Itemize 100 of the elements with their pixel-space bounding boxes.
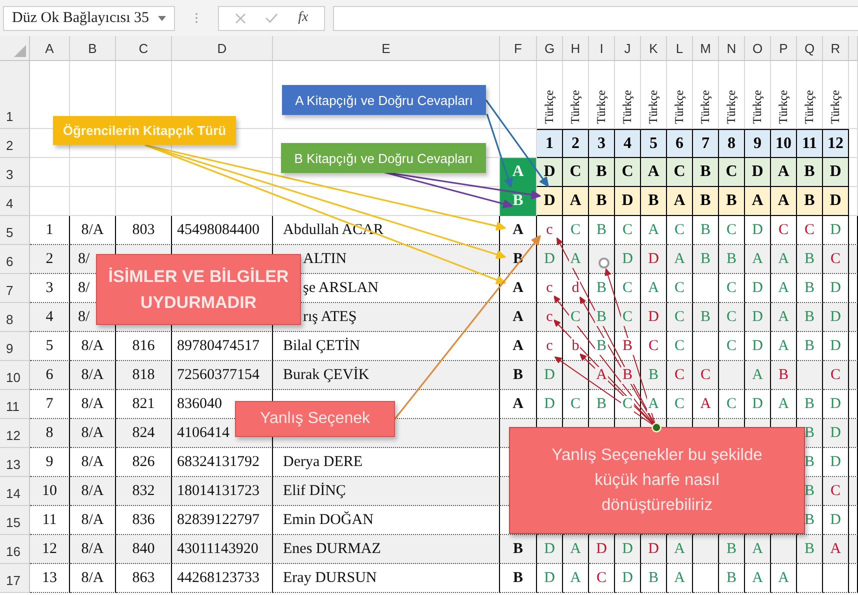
column-header[interactable]: G bbox=[537, 36, 563, 60]
callout: A Kitapçığı ve Doğru Cevapları bbox=[282, 85, 486, 115]
table-cell: 8/A bbox=[70, 332, 116, 361]
check-icon[interactable] bbox=[265, 13, 278, 23]
row-header[interactable]: 9 bbox=[0, 332, 30, 361]
answer-cell: C bbox=[615, 216, 641, 245]
answer-cell: D bbox=[823, 216, 849, 245]
table-cell: 8/A bbox=[70, 564, 116, 593]
column-header[interactable]: O bbox=[745, 36, 771, 60]
booklet-cell: A bbox=[500, 158, 537, 187]
column-header[interactable]: D bbox=[172, 36, 273, 60]
column-header[interactable]: F bbox=[500, 36, 537, 60]
table-cell: 8/A bbox=[70, 419, 116, 448]
row-header[interactable]: 1 bbox=[0, 61, 30, 129]
answer-cell: A bbox=[667, 535, 693, 564]
answer-key-cell: B bbox=[797, 187, 823, 216]
answer-key-cell: B bbox=[589, 187, 615, 216]
table-cell: 45498084400 bbox=[172, 216, 273, 245]
answer-cell: D bbox=[615, 535, 641, 564]
cancel-icon[interactable] bbox=[234, 12, 246, 24]
answer-key-cell: B bbox=[719, 187, 745, 216]
subject-header: Türkçe bbox=[802, 90, 817, 124]
table-cell: A bbox=[500, 274, 537, 303]
answer-cell: B bbox=[797, 390, 823, 419]
answer-cell: D bbox=[537, 564, 563, 593]
formula-field[interactable] bbox=[333, 6, 858, 30]
table-cell: 72560377154 bbox=[172, 361, 273, 390]
answer-key-cell: A bbox=[745, 187, 771, 216]
question-number: 12 bbox=[823, 129, 849, 158]
row-header[interactable]: 3 bbox=[0, 158, 30, 187]
answer-cell: b bbox=[563, 332, 589, 361]
answer-cell: D bbox=[823, 390, 849, 419]
column-header[interactable]: N bbox=[719, 36, 745, 60]
column-header[interactable]: K bbox=[641, 36, 667, 60]
answer-cell: C bbox=[667, 303, 693, 332]
question-number: 5 bbox=[641, 129, 667, 158]
answer-cell: C bbox=[641, 332, 667, 361]
column-header[interactable]: Q bbox=[797, 36, 823, 60]
column-header[interactable]: I bbox=[589, 36, 615, 60]
column-header[interactable]: E bbox=[273, 36, 500, 60]
question-number: 10 bbox=[771, 129, 797, 158]
column-header[interactable]: L bbox=[667, 36, 693, 60]
handle-icon[interactable] bbox=[598, 258, 610, 268]
column-header[interactable]: C bbox=[116, 36, 172, 60]
column-header[interactable]: M bbox=[693, 36, 719, 60]
table-cell: Enes DURMAZ bbox=[273, 535, 500, 564]
table-cell: 18014131723 bbox=[172, 477, 273, 506]
row-header[interactable]: 16 bbox=[0, 535, 30, 564]
row-header[interactable]: 15 bbox=[0, 506, 30, 535]
subject-header: Türkçe bbox=[646, 90, 661, 124]
answer-cell: D bbox=[745, 332, 771, 361]
answer-cell: D bbox=[537, 245, 563, 274]
table-cell: 818 bbox=[116, 361, 172, 390]
caret-icon[interactable] bbox=[158, 16, 166, 20]
function-button[interactable]: fx bbox=[298, 10, 308, 26]
column-header[interactable]: B bbox=[70, 36, 116, 60]
column-header[interactable]: A bbox=[30, 36, 70, 60]
row-header[interactable]: 4 bbox=[0, 187, 30, 216]
question-number: 9 bbox=[745, 129, 771, 158]
row-header[interactable]: 7 bbox=[0, 274, 30, 303]
table-cell: 89780474517 bbox=[172, 332, 273, 361]
answer-cell: C bbox=[667, 216, 693, 245]
select-all-icon[interactable] bbox=[14, 45, 26, 57]
row-header[interactable]: 17 bbox=[0, 564, 30, 593]
answer-cell: C bbox=[615, 303, 641, 332]
name-box[interactable]: Düz Ok Bağlayıcısı 35 bbox=[3, 6, 175, 30]
row-header[interactable]: 11 bbox=[0, 390, 30, 419]
subject-header: Türkçe bbox=[750, 90, 765, 124]
row-header[interactable]: 2 bbox=[0, 129, 30, 158]
answer-cell: c bbox=[537, 216, 563, 245]
answer-cell: A bbox=[745, 535, 771, 564]
answer-key-cell: A bbox=[771, 158, 797, 187]
table-cell: 836 bbox=[116, 506, 172, 535]
row-header[interactable]: 12 bbox=[0, 419, 30, 448]
column-header[interactable]: J bbox=[615, 36, 641, 60]
table-cell: 10 bbox=[30, 477, 70, 506]
row-header[interactable]: 6 bbox=[0, 245, 30, 274]
row-header[interactable]: 8 bbox=[0, 303, 30, 332]
table-cell: 803 bbox=[116, 216, 172, 245]
answer-cell: A bbox=[771, 390, 797, 419]
subject-header: Türkçe bbox=[828, 90, 843, 124]
answer-key-cell: C bbox=[719, 158, 745, 187]
column-header[interactable]: P bbox=[771, 36, 797, 60]
answer-cell: A bbox=[771, 245, 797, 274]
subject-header: Türkçe bbox=[698, 90, 713, 124]
table-cell: 11 bbox=[30, 506, 70, 535]
answer-cell: B bbox=[719, 564, 745, 593]
callout: Yanlış Seçenekler bu şekilde küçük harfe nasıl dönüştürebiliriz bbox=[509, 427, 805, 534]
column-header[interactable]: H bbox=[563, 36, 589, 60]
answer-cell: A bbox=[667, 245, 693, 274]
column-header[interactable]: R bbox=[823, 36, 849, 60]
answer-cell: C bbox=[771, 216, 797, 245]
answer-cell: B bbox=[797, 332, 823, 361]
row-header[interactable]: 10 bbox=[0, 361, 30, 390]
row-header[interactable]: 13 bbox=[0, 448, 30, 477]
table-cell: 840 bbox=[116, 535, 172, 564]
answer-key-cell: C bbox=[563, 158, 589, 187]
row-header[interactable]: 5 bbox=[0, 216, 30, 245]
row-header[interactable]: 14 bbox=[0, 477, 30, 506]
table-cell: rış ATEŞ bbox=[273, 303, 500, 332]
